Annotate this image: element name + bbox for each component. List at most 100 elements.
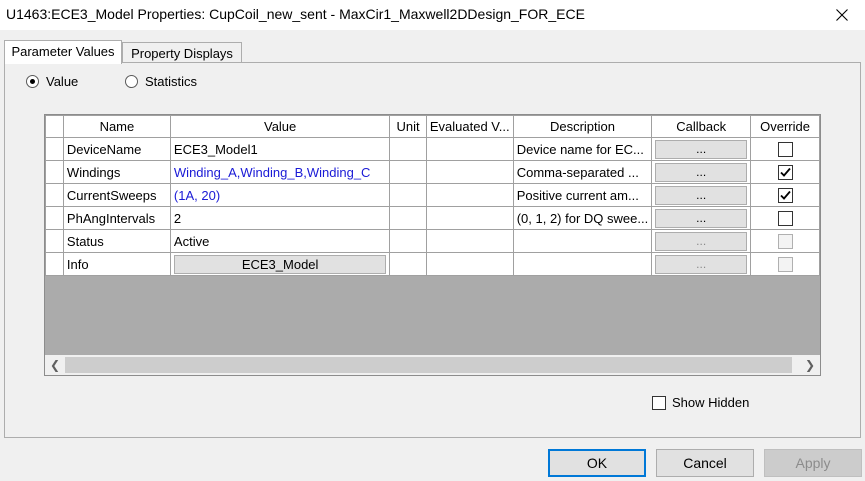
tab-label: Parameter Values xyxy=(11,44,115,59)
horizontal-scrollbar[interactable]: ❮ ❯ xyxy=(45,355,820,375)
column-header-evaluated-value[interactable]: Evaluated V... xyxy=(425,115,514,138)
cell-override xyxy=(750,137,820,161)
checkbox-icon xyxy=(652,395,666,410)
cell-name: Status xyxy=(62,229,171,253)
row-header[interactable] xyxy=(45,183,64,207)
cell-override xyxy=(750,183,820,207)
cell-name: PhAngIntervals xyxy=(62,206,171,230)
radio-unselected-icon xyxy=(125,75,138,88)
scrollbar-thumb[interactable] xyxy=(65,357,792,373)
checkmark-icon xyxy=(779,190,791,200)
window-title: U1463:ECE3_Model Properties: CupCoil_new… xyxy=(6,6,585,22)
close-icon xyxy=(836,9,848,21)
cell-callback: ... xyxy=(651,183,752,207)
info-value-button[interactable]: ECE3_Model xyxy=(173,254,387,274)
cancel-button[interactable]: Cancel xyxy=(656,449,754,477)
cell-unit[interactable] xyxy=(389,160,427,184)
show-hidden-label: Show Hidden xyxy=(672,395,750,410)
scroll-left-icon[interactable]: ❮ xyxy=(45,355,65,375)
row-header[interactable] xyxy=(45,206,64,230)
cell-evaluated xyxy=(425,137,514,161)
callback-button[interactable]: ... xyxy=(655,139,748,159)
cell-unit[interactable] xyxy=(389,206,427,230)
title-bar: U1463:ECE3_Model Properties: CupCoil_new… xyxy=(0,0,865,30)
column-header-callback[interactable]: Callback xyxy=(651,115,752,138)
cell-override xyxy=(750,252,820,276)
row-header[interactable] xyxy=(45,137,64,161)
table-row[interactable]: CurrentSweeps (1A, 20) Positive current … xyxy=(45,183,820,207)
cell-evaluated xyxy=(425,229,514,253)
checkmark-icon xyxy=(779,167,791,177)
tab-label: Property Displays xyxy=(131,46,233,61)
value-radio[interactable]: Value xyxy=(26,74,78,89)
tab-property-displays[interactable]: Property Displays xyxy=(122,42,242,64)
column-header-override[interactable]: Override xyxy=(750,115,820,138)
header-row: Name Value Unit Evaluated V... Descripti… xyxy=(45,115,820,138)
row-header[interactable] xyxy=(45,252,64,276)
close-button[interactable] xyxy=(819,0,865,30)
cell-override xyxy=(750,160,820,184)
cell-description: Positive current am... xyxy=(512,183,653,207)
cell-callback: ... xyxy=(651,137,752,161)
radio-selected-icon xyxy=(26,75,39,88)
override-checkbox xyxy=(777,234,793,250)
cell-description: Device name for EC... xyxy=(512,137,653,161)
scroll-right-icon[interactable]: ❯ xyxy=(800,355,820,375)
column-header-description[interactable]: Description xyxy=(512,115,653,138)
column-header-value[interactable]: Value xyxy=(169,115,391,138)
cell-value[interactable]: 2 xyxy=(169,206,391,230)
override-checkbox[interactable] xyxy=(777,211,793,227)
tab-parameter-values[interactable]: Parameter Values xyxy=(4,40,122,64)
show-hidden-checkbox[interactable]: Show Hidden xyxy=(652,395,749,410)
override-checkbox xyxy=(777,257,793,273)
cell-evaluated xyxy=(425,183,514,207)
cell-override xyxy=(750,229,820,253)
cell-name: Windings xyxy=(62,160,171,184)
cell-value[interactable]: (1A, 20) xyxy=(169,183,391,207)
callback-button: ... xyxy=(655,254,748,274)
row-header[interactable] xyxy=(45,160,64,184)
cell-value[interactable]: Winding_A,Winding_B,Winding_C xyxy=(169,160,391,184)
override-checkbox[interactable] xyxy=(777,142,793,158)
table-row[interactable]: Status Active ... xyxy=(45,229,820,253)
override-checkbox[interactable] xyxy=(777,188,793,204)
cell-description: Comma-separated ... xyxy=(512,160,653,184)
cell-value: ECE3_Model xyxy=(169,252,391,276)
cell-callback: ... xyxy=(651,229,752,253)
cell-unit[interactable] xyxy=(389,137,427,161)
cell-value: Active xyxy=(169,229,391,253)
cell-value[interactable]: ECE3_Model1 xyxy=(169,137,391,161)
grid-empty-area xyxy=(45,277,820,355)
cell-description: (0, 1, 2) for DQ swee... xyxy=(512,206,653,230)
column-header-unit[interactable]: Unit xyxy=(389,115,427,138)
callback-button: ... xyxy=(655,231,748,251)
cell-callback: ... xyxy=(651,206,752,230)
value-radio-label: Value xyxy=(46,74,79,89)
properties-grid[interactable]: Name Value Unit Evaluated V... Descripti… xyxy=(44,114,821,376)
ok-button[interactable]: OK xyxy=(548,449,646,477)
cell-unit xyxy=(389,229,427,253)
cell-name: Info xyxy=(62,252,171,276)
statistics-radio-label: Statistics xyxy=(145,74,198,89)
table-row[interactable]: Info ECE3_Model ... xyxy=(45,252,820,276)
cell-evaluated xyxy=(425,206,514,230)
table-row[interactable]: PhAngIntervals 2 (0, 1, 2) for DQ swee..… xyxy=(45,206,820,230)
statistics-radio[interactable]: Statistics xyxy=(125,74,197,89)
callback-button[interactable]: ... xyxy=(655,185,748,205)
column-header-name[interactable]: Name xyxy=(62,115,171,138)
properties-table: Name Value Unit Evaluated V... Descripti… xyxy=(45,115,820,276)
cell-evaluated xyxy=(425,252,514,276)
override-checkbox[interactable] xyxy=(777,165,793,181)
cell-unit xyxy=(389,252,427,276)
callback-button[interactable]: ... xyxy=(655,162,748,182)
row-header[interactable] xyxy=(45,229,64,253)
apply-button: Apply xyxy=(764,449,862,477)
callback-button[interactable]: ... xyxy=(655,208,748,228)
cell-callback: ... xyxy=(651,160,752,184)
table-row[interactable]: DeviceName ECE3_Model1 Device name for E… xyxy=(45,137,820,161)
cell-name: CurrentSweeps xyxy=(62,183,171,207)
cell-evaluated xyxy=(425,160,514,184)
cell-unit[interactable] xyxy=(389,183,427,207)
cell-name: DeviceName xyxy=(62,137,171,161)
table-row[interactable]: Windings Winding_A,Winding_B,Winding_C C… xyxy=(45,160,820,184)
